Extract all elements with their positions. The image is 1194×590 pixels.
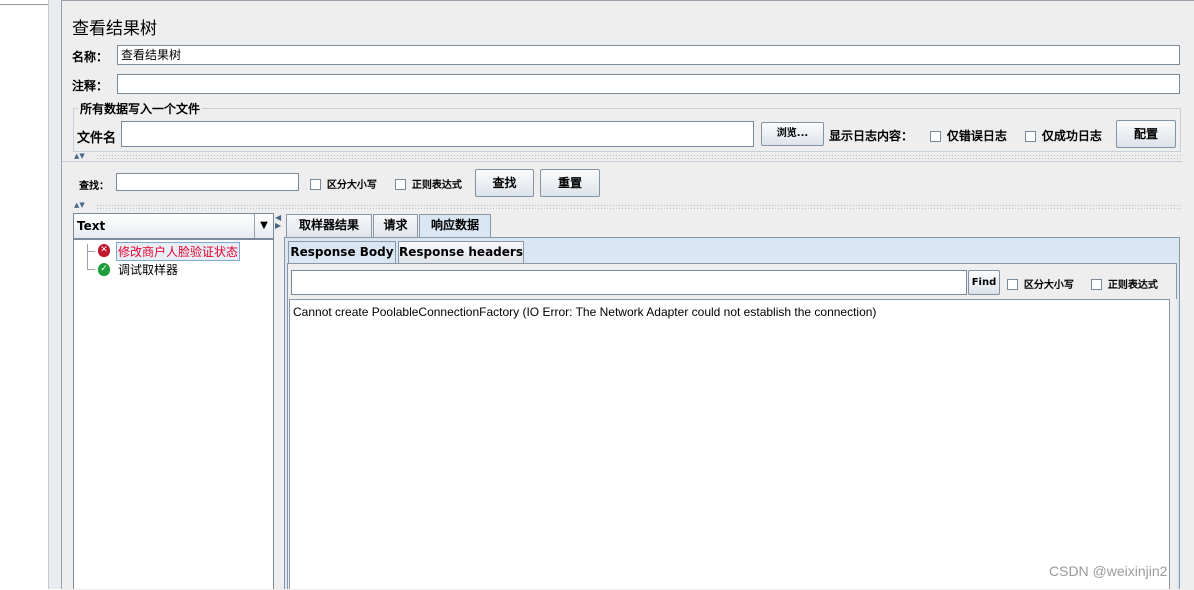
tab-response-data[interactable]: 响应数据 [419, 214, 491, 238]
success-only-label: 仅成功日志 [1041, 129, 1102, 143]
response-case-checkbox[interactable] [1007, 279, 1018, 290]
collapse-arrows-icon[interactable]: ▲▼ [74, 153, 85, 160]
response-regex-option[interactable]: 正则表达式 [1091, 276, 1158, 291]
search-input[interactable] [116, 173, 299, 191]
success-only-checkbox[interactable] [1025, 131, 1036, 142]
errors-only-option[interactable]: 仅错误日志 [930, 127, 1007, 144]
response-body-textarea[interactable]: Cannot create PoolableConnectionFactory … [289, 299, 1170, 589]
renderer-select[interactable]: Text ▼ [73, 213, 274, 239]
file-group-title: 所有数据写入一个文件 [78, 100, 203, 117]
case-sensitive-option[interactable]: 区分大小写 [310, 176, 377, 191]
left-tree-panel [0, 0, 49, 589]
tree-item-error[interactable]: 修改商户人脸验证状态 [116, 242, 241, 261]
tree-connector [87, 269, 95, 270]
browse-button[interactable]: 浏览... [761, 122, 824, 146]
name-label: 名称： [72, 50, 109, 64]
splitter-arrows-icon[interactable]: ◀ ▶ [275, 214, 281, 230]
error-shield-icon: ✕ [98, 244, 110, 257]
comment-label: 注释： [72, 79, 109, 93]
tree-item-success[interactable]: 调试取样器 [118, 261, 178, 278]
filename-label: 文件名 [77, 131, 117, 146]
results-tree [73, 239, 274, 589]
chevron-down-icon[interactable]: ▼ [254, 214, 273, 238]
regex-label: 正则表达式 [411, 180, 462, 191]
filename-field[interactable] [121, 121, 754, 147]
collapse-arrows-2-icon[interactable]: ▲▼ [74, 202, 85, 209]
log-content-label: 显示日志内容： [829, 129, 914, 143]
errors-only-label: 仅错误日志 [946, 129, 1007, 143]
reset-button[interactable]: 重置 [540, 169, 600, 197]
vertical-splitter[interactable] [274, 213, 283, 589]
success-shield-icon: ✓ [98, 263, 110, 276]
response-scroll-gutter [1170, 299, 1177, 589]
tab-request[interactable]: 请求 [373, 214, 418, 238]
response-case-label: 区分大小写 [1023, 280, 1074, 291]
regex-option[interactable]: 正则表达式 [395, 176, 462, 191]
errors-only-checkbox[interactable] [930, 131, 941, 142]
tab-sampler-result[interactable]: 取样器结果 [286, 214, 372, 238]
divider-1[interactable] [96, 154, 1181, 160]
find-button[interactable]: 查找 [475, 169, 534, 197]
name-field[interactable]: 查看结果树 [117, 45, 1180, 65]
regex-checkbox[interactable] [395, 179, 406, 190]
response-search-input[interactable] [291, 270, 967, 295]
search-label: 查找： [79, 181, 109, 192]
watermark: CSDN @weixinjin2 [1049, 563, 1168, 579]
success-only-option[interactable]: 仅成功日志 [1025, 127, 1102, 144]
response-body-text: Cannot create PoolableConnectionFactory … [293, 305, 877, 319]
tree-connector [87, 251, 95, 252]
response-find-button[interactable]: Find [968, 270, 1000, 295]
separator [62, 161, 1182, 162]
response-regex-label: 正则表达式 [1107, 280, 1158, 291]
tab-response-headers[interactable]: Response headers [398, 241, 524, 264]
comment-field[interactable] [117, 74, 1180, 94]
divider-2[interactable] [96, 204, 1181, 210]
configure-button[interactable]: 配置 [1116, 120, 1176, 148]
tree-connector [87, 244, 88, 269]
renderer-select-value: Text [77, 219, 106, 233]
response-regex-checkbox[interactable] [1091, 279, 1102, 290]
splitter[interactable] [49, 0, 62, 589]
page-title: 查看结果树 [72, 19, 157, 39]
response-case-option[interactable]: 区分大小写 [1007, 276, 1074, 291]
case-sensitive-checkbox[interactable] [310, 179, 321, 190]
case-sensitive-label: 区分大小写 [326, 180, 377, 191]
tab-response-body[interactable]: Response Body [288, 241, 396, 264]
